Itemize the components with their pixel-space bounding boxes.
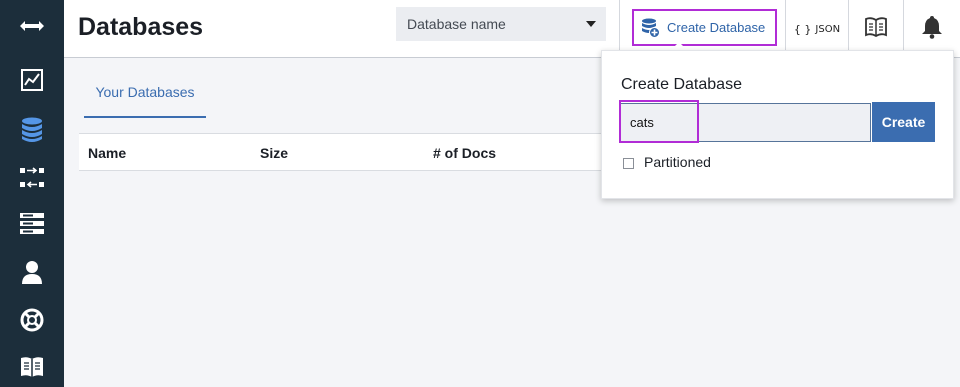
tab-your-databases[interactable]: Your Databases bbox=[84, 74, 206, 118]
page-title: Databases bbox=[78, 13, 204, 41]
column-header-size[interactable]: Size bbox=[260, 145, 288, 161]
create-button[interactable]: Create bbox=[872, 102, 935, 142]
partitioned-label: Partitioned bbox=[644, 154, 711, 170]
activity-chart-icon[interactable] bbox=[16, 64, 48, 96]
partitioned-option[interactable]: Partitioned bbox=[623, 154, 711, 170]
user-icon[interactable] bbox=[16, 256, 48, 288]
database-add-icon bbox=[641, 18, 660, 38]
database-name-select-placeholder: Database name bbox=[407, 16, 506, 32]
book-icon bbox=[865, 16, 887, 42]
sidebar bbox=[0, 0, 64, 387]
column-header-docs[interactable]: # of Docs bbox=[433, 145, 496, 161]
json-label: JSON bbox=[815, 23, 841, 35]
create-database-button[interactable]: Create Database bbox=[632, 9, 777, 46]
chevron-down-icon bbox=[586, 21, 596, 27]
server-icon[interactable] bbox=[16, 208, 48, 240]
support-lifebuoy-icon[interactable] bbox=[16, 304, 48, 336]
braces-icon: { } bbox=[793, 22, 812, 36]
documentation-book-icon[interactable] bbox=[16, 351, 48, 383]
replication-icon[interactable] bbox=[16, 162, 48, 194]
database-name-input[interactable] bbox=[619, 103, 871, 142]
expand-arrows-icon[interactable] bbox=[16, 10, 48, 42]
create-database-popover: Create Database Create Partitioned bbox=[601, 50, 954, 199]
databases-table-header: Name Size # of Docs bbox=[79, 133, 609, 171]
database-name-select[interactable]: Database name bbox=[396, 7, 606, 41]
popover-title: Create Database bbox=[621, 76, 742, 93]
column-header-name[interactable]: Name bbox=[88, 145, 126, 161]
database-icon[interactable] bbox=[16, 114, 48, 146]
create-database-label: Create Database bbox=[667, 20, 766, 35]
partitioned-checkbox[interactable] bbox=[623, 158, 634, 169]
bell-icon bbox=[921, 15, 943, 44]
